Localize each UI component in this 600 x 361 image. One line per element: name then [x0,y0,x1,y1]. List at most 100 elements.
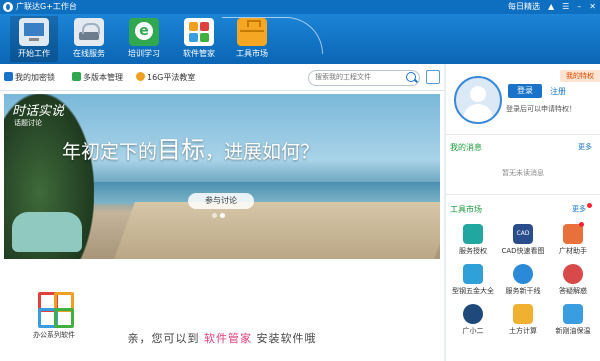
tool-material-assistant[interactable]: 广材助手 [548,222,598,256]
service-line-icon [513,264,533,284]
insulation-icon [563,304,583,324]
avatar[interactable] [454,76,502,124]
toolbar: 我的加密锁 多版本管理 16G平法教室 [0,64,444,91]
toolbar-label: 多版本管理 [83,73,123,82]
minimize-icon[interactable]: – [577,2,581,11]
nav-label: 工具市场 [236,49,268,58]
tool-label: 服务授权 [459,247,487,255]
qa-icon [563,264,583,284]
shirt-skin-icon[interactable]: ▲ [548,2,554,11]
nav-tool-market[interactable]: 工具市场 [228,16,276,62]
search-input[interactable] [315,71,403,83]
headline-part: 年初定下的 [62,142,158,163]
right-sidebar: 我的特权 登录 注册 登录后可以申请特权！ 我的消息 更多 暂无未读消息 工具市… [446,64,600,361]
software-manager-link[interactable]: 软件管家 [204,332,252,345]
material-assistant-icon [563,222,584,244]
multi-version-link[interactable]: 多版本管理 [72,72,123,83]
main-panel: 我的加密锁 多版本管理 16G平法教室 时话实说 话题讨论 年初定下的目标，进展… [0,64,444,361]
banner-subtag: 话题讨论 [14,119,42,127]
login-button[interactable]: 登录 [508,84,542,98]
nav-start-work[interactable]: 开始工作 [10,16,58,62]
banner-sand [113,202,440,259]
tool-insulation[interactable]: 新刚油保温 [548,304,598,336]
tool-label: 土方计算 [509,327,537,335]
toolbar-label: 我的加密锁 [15,73,55,82]
tool-label: CAD快速看图 [501,247,545,255]
install-tip: 亲，您可以到 软件管家 安装软件哦 [0,330,444,346]
tool-cad-viewer[interactable]: CAD CAD快速看图 [498,224,548,256]
headline-part: ，进展如何？ [205,142,320,163]
window-title: 广联达G+工作台 [16,2,77,11]
nav-training[interactable]: e 培训学习 [120,16,168,62]
tool-earthwork-calc[interactable]: 土方计算 [498,304,548,336]
tool-assistant-bot[interactable]: 广小二 [448,304,498,336]
hard-drive-icon [74,18,104,46]
tip-text: 安装软件哦 [256,332,317,345]
browser-e-icon: e [129,18,159,46]
tool-label: 答疑解惑 [559,287,587,295]
nav-label: 培训学习 [128,49,160,58]
headline-emphasis: 目标 [157,137,206,164]
banner-tagline: 时话实说 [12,104,65,119]
tool-label: 服务新干线 [505,287,541,295]
nav-label: 在线服务 [73,49,105,58]
cloud-space-link[interactable]: 16G平法教室 [136,72,195,83]
divider [446,194,600,195]
tool-steel-hardware[interactable]: 型钢五金大全 [448,264,498,296]
tool-qa[interactable]: 答疑解惑 [548,264,598,296]
nav-software-manager[interactable]: 软件管家 [175,16,223,62]
tools-more-link[interactable]: 更多 [572,203,592,214]
register-link[interactable]: 注册 [550,86,566,97]
messages-more-link[interactable]: 更多 [578,142,592,152]
search-icon[interactable] [406,72,416,82]
title-bar: 广联达G+工作台 每日精选 ▲ ☰ – ✕ [0,0,600,14]
tool-service-authorization[interactable]: 服务授权 [448,224,498,256]
promo-banner[interactable]: 时话实说 话题讨论 年初定下的目标，进展如何？ 参与讨论 [4,94,440,259]
carousel-dot-active[interactable] [220,213,225,218]
tool-label: 广材助手 [559,247,587,255]
office-suite-icon [36,290,74,328]
divider [446,134,600,135]
tool-label: 广小二 [462,327,484,335]
daily-pick-link[interactable]: 每日精选 [508,1,540,12]
assistant-bot-icon [463,304,483,324]
cad-viewer-icon: CAD [513,224,533,244]
nav-label: 软件管家 [183,49,215,58]
encryption-lock-link[interactable]: 我的加密锁 [4,72,55,83]
notification-dot [587,203,592,208]
messages-title: 我的消息 [450,143,482,152]
tip-text: 亲，您可以到 [127,332,200,345]
tool-label: 型钢五金大全 [452,287,494,295]
toolbar-label: 16G平法教室 [147,73,196,82]
toolbox-icon [237,18,267,46]
service-authorization-icon [463,224,483,244]
privilege-badge[interactable]: 我的特权 [560,70,600,82]
main-nav: 开始工作 在线服务 e 培训学习 软件管家 工具市场 [0,14,600,64]
monitor-icon [19,18,49,46]
project-search[interactable] [308,70,420,86]
tools-title: 工具市场 [450,205,482,214]
banner-headline: 年初定下的目标，进展如何？ [62,130,319,165]
lock-icon [4,72,13,81]
window-controls: 每日精选 ▲ ☰ – ✕ [508,1,596,12]
tool-service-line[interactable]: 服务新干线 [498,264,548,296]
earthwork-calc-icon [513,304,533,324]
banner-car [12,212,82,252]
nav-online-service[interactable]: 在线服务 [65,16,113,62]
grid-view-icon[interactable] [426,70,440,84]
no-messages-text: 暂无未读消息 [502,169,544,177]
login-tip: 登录后可以申请特权！ [506,105,576,113]
carousel-dots [212,213,225,218]
m-version-icon [72,72,81,81]
cloud-icon [136,72,145,81]
carousel-dot[interactable] [212,213,217,218]
app-logo-icon [3,2,13,12]
menu-icon[interactable]: ☰ [562,2,569,11]
join-discussion-button[interactable]: 参与讨论 [188,193,254,209]
nav-label: 开始工作 [18,49,50,58]
tool-label: 新刚油保温 [555,327,591,335]
apps-grid-icon [184,18,214,46]
close-icon[interactable]: ✕ [589,2,596,11]
notification-dot [579,222,584,227]
steel-hardware-icon [463,264,483,284]
